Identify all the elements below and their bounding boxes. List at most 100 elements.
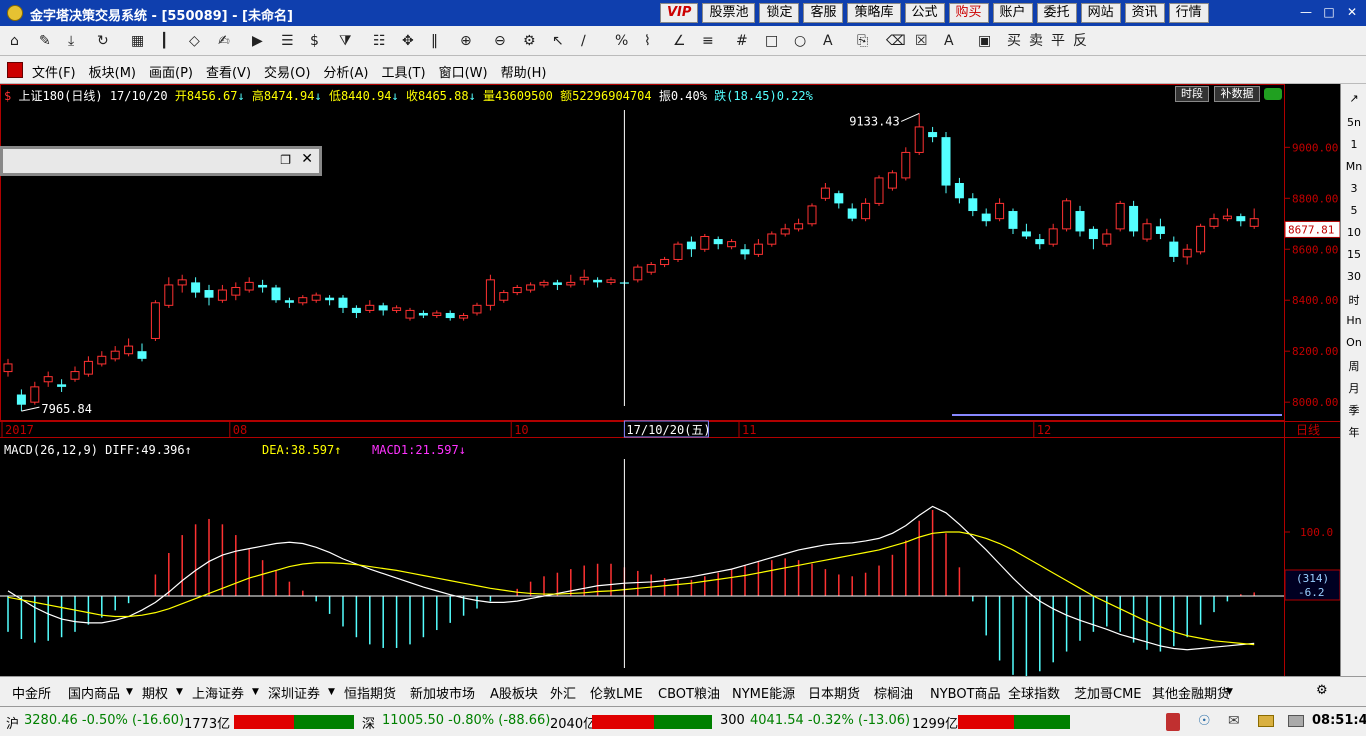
filter-icon[interactable]: ⧩	[339, 31, 352, 51]
title-menu-button[interactable]: 锁定	[759, 3, 800, 23]
angle-icon[interactable]: ∠	[673, 31, 686, 51]
market-tab[interactable]: CBOT粮油	[658, 683, 720, 702]
lock-icon[interactable]: ☒	[915, 31, 928, 51]
title-menu-button[interactable]: 网站	[1080, 3, 1121, 23]
menu-item[interactable]: 帮助(H)	[501, 62, 547, 81]
title-menu-button[interactable]: 行情	[1168, 3, 1209, 23]
menu-item[interactable]: 查看(V)	[206, 62, 251, 81]
market-tab[interactable]: NYME能源	[732, 683, 795, 702]
dropdown-arrow-icon[interactable]: ▼	[328, 687, 335, 697]
tab-settings-icon[interactable]: ⚙	[1316, 683, 1328, 698]
copy-icon[interactable]: ⎘	[857, 31, 868, 51]
period-button[interactable]: 季	[1341, 402, 1366, 418]
maximize-button[interactable]: □	[1319, 3, 1339, 21]
floating-panel[interactable]: ❐ ✕	[0, 146, 322, 176]
pin-icon[interactable]: ❐	[280, 153, 291, 167]
market-tab[interactable]: 上海证券	[192, 683, 244, 702]
menu-item[interactable]: 工具(T)	[381, 62, 425, 81]
close-button[interactable]: ✕	[1342, 3, 1362, 21]
market-tab[interactable]: 中金所	[12, 683, 51, 702]
period-button[interactable]: Hn	[1341, 314, 1366, 327]
trash-icon[interactable]: ⌫	[886, 31, 906, 51]
rect-icon[interactable]: □	[765, 31, 778, 51]
move-icon[interactable]: ✥	[402, 31, 414, 51]
zoom-out-icon[interactable]: ⊖	[494, 31, 506, 51]
dollar-icon[interactable]: $	[310, 31, 319, 51]
dropdown-arrow-icon[interactable]: ▼	[176, 687, 183, 697]
period-button[interactable]: 时	[1341, 292, 1366, 308]
intraday-button[interactable]: 时段	[1175, 86, 1209, 102]
candles-icon[interactable]: ┃	[160, 31, 168, 51]
title-menu-button[interactable]: 股票池	[702, 3, 756, 23]
period-button[interactable]: 15	[1341, 248, 1366, 261]
split-icon[interactable]: ‖	[431, 31, 438, 51]
refresh-icon[interactable]: ↻	[97, 31, 109, 51]
period-button[interactable]: 5	[1341, 204, 1366, 217]
save-icon[interactable]: ▣	[978, 31, 991, 51]
alert-icon[interactable]	[1166, 713, 1180, 731]
dropdown-arrow-icon[interactable]: ▼	[252, 687, 259, 697]
signal-icon[interactable]: ☉	[1198, 713, 1211, 729]
edit-icon[interactable]: ✍	[218, 31, 230, 51]
market-tab[interactable]: 伦敦LME	[590, 683, 643, 702]
market-tab[interactable]: 期权	[142, 683, 168, 702]
title-menu-button[interactable]: 公式	[904, 3, 945, 23]
title-menu-button[interactable]: 策略库	[847, 3, 901, 23]
percent-icon[interactable]: %	[615, 31, 628, 51]
market-tab[interactable]: NYBOT商品	[930, 683, 1001, 702]
line-icon[interactable]: ∕	[581, 31, 586, 51]
menu-item[interactable]: 窗口(W)	[439, 62, 488, 81]
trade-rev-button[interactable]: 反	[1073, 31, 1087, 51]
period-button[interactable]: 1	[1341, 138, 1366, 151]
period-button[interactable]: 月	[1341, 380, 1366, 396]
period-button[interactable]: 3	[1341, 182, 1366, 195]
market-tab[interactable]: 外汇	[550, 683, 576, 702]
title-menu-button[interactable]: VIP	[660, 3, 699, 23]
menu-app-icon[interactable]	[7, 62, 23, 78]
circle-icon[interactable]: ○	[794, 31, 806, 51]
market-tab[interactable]: 恒指期货	[344, 683, 396, 702]
title-menu-button[interactable]: 客服	[803, 3, 844, 23]
doc-icon[interactable]: ☰	[281, 31, 294, 51]
panel-close-icon[interactable]: ✕	[301, 151, 313, 167]
cursor-icon[interactable]: ↖	[552, 31, 564, 51]
menu-item[interactable]: 交易(O)	[264, 62, 310, 81]
title-menu-button[interactable]: 资讯	[1124, 3, 1165, 23]
market-tab[interactable]: A股板块	[490, 683, 538, 702]
menu-item[interactable]: 画面(P)	[149, 62, 193, 81]
title-menu-button[interactable]: 购买	[948, 3, 989, 23]
dropdown-arrow-icon[interactable]: ▼	[126, 687, 133, 697]
trade-flat-button[interactable]: 平	[1051, 31, 1065, 51]
trade-sell-button[interactable]: 卖	[1029, 31, 1043, 51]
menu-item[interactable]: 分析(A)	[323, 62, 368, 81]
grid-icon[interactable]: ▦	[131, 31, 144, 51]
title-menu-button[interactable]: 委托	[1036, 3, 1077, 23]
home-icon[interactable]: ⌂	[10, 31, 19, 51]
market-tab[interactable]: 芝加哥CME	[1074, 683, 1142, 702]
play-icon[interactable]: ▶	[252, 31, 263, 51]
period-button[interactable]: On	[1341, 336, 1366, 349]
trade-buy-button[interactable]: 买	[1007, 31, 1021, 51]
text-icon[interactable]: A	[823, 31, 833, 51]
mail-icon[interactable]: ✉	[1228, 713, 1240, 729]
market-tab[interactable]: 深圳证券	[268, 683, 320, 702]
market-tab[interactable]: 全球指数	[1008, 683, 1060, 702]
gear-icon[interactable]: ⚙	[523, 31, 536, 51]
diamond-icon[interactable]: ◇	[189, 31, 200, 51]
chart-icon[interactable]: ☷	[373, 31, 386, 51]
market-tab[interactable]: 新加坡市场	[410, 683, 475, 702]
hash-icon[interactable]: #	[736, 31, 748, 51]
chart-area[interactable]: 9000.00 8800.00 8600.00 8400.00 8200.00 8000.…	[0, 84, 1341, 677]
period-button[interactable]: 10	[1341, 226, 1366, 239]
menu-item[interactable]: 文件(F)	[32, 62, 76, 81]
trend-icon[interactable]: ↗	[1341, 92, 1366, 105]
download-icon[interactable]: ⤓	[68, 31, 74, 51]
market-tab[interactable]: 日本期货	[808, 683, 860, 702]
minimize-button[interactable]: —	[1296, 3, 1316, 21]
period-button[interactable]: 周	[1341, 358, 1366, 374]
period-button[interactable]: 年	[1341, 424, 1366, 440]
market-tab[interactable]: 其他金融期货	[1152, 683, 1230, 702]
market-tab[interactable]: 国内商品	[68, 683, 120, 702]
level-icon[interactable]: ≡	[702, 31, 714, 51]
period-button[interactable]: 5n	[1341, 116, 1366, 129]
